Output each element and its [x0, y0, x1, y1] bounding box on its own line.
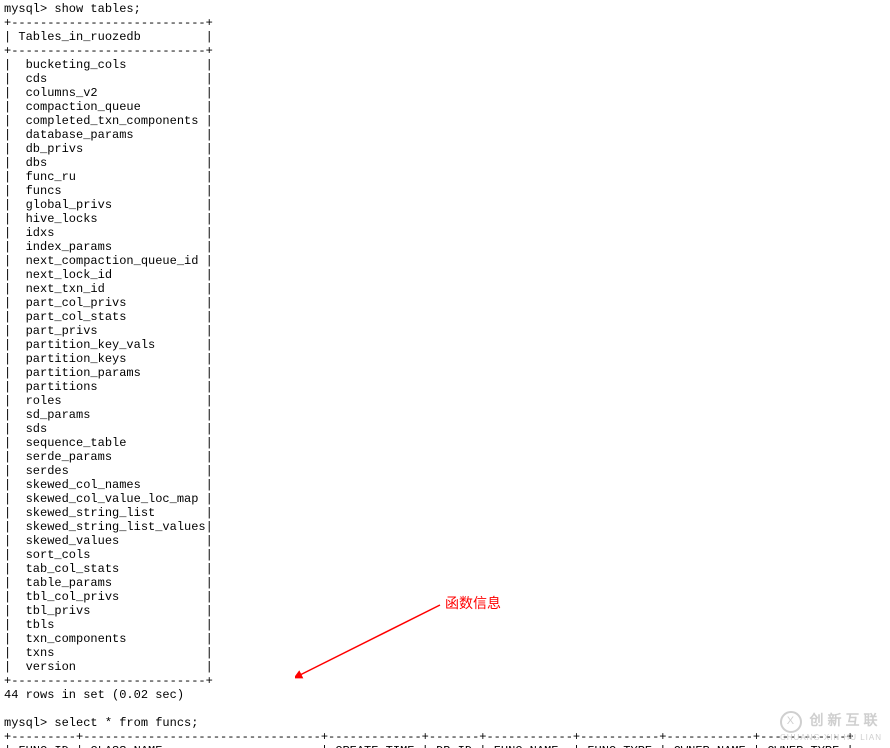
terminal-output: mysql> show tables; +-------------------…	[0, 0, 890, 748]
watermark-brand-py: CHUANG XIN HU LIAN	[780, 733, 882, 742]
watermark-brand-cn: 创新互联	[810, 712, 882, 728]
watermark-icon: X	[780, 711, 802, 733]
watermark: X 创新互联 CHUANG XIN HU LIAN	[780, 710, 882, 742]
